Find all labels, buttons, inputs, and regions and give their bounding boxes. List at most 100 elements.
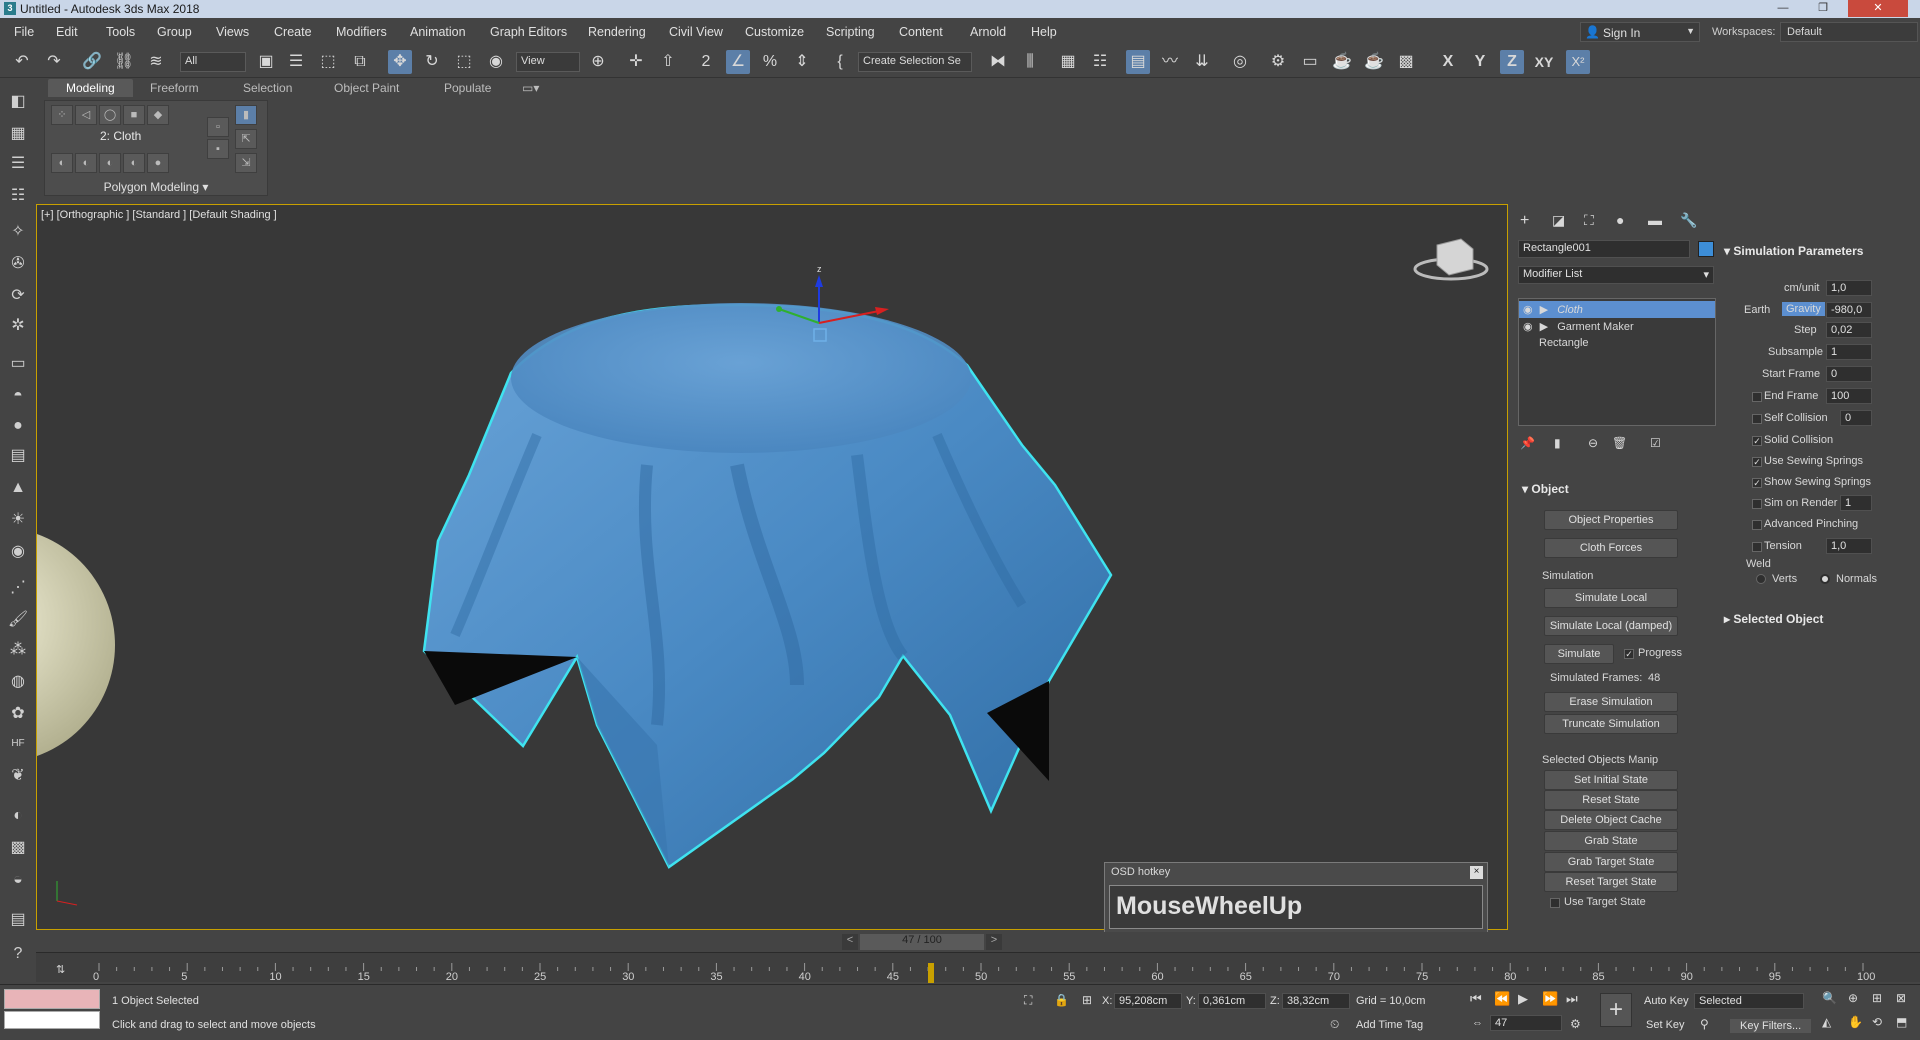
axis-y-button[interactable]: Y <box>1468 50 1492 74</box>
ribbon-tool-9-icon[interactable]: ⇱ <box>235 129 257 149</box>
pivot-center-icon[interactable]: ⊕ <box>586 50 610 74</box>
workspaces-dropdown[interactable]: Default <box>1780 22 1918 42</box>
axis-xy-button[interactable]: XY <box>1532 50 1556 74</box>
select-manipulate-icon[interactable]: ✛ <box>624 50 648 74</box>
viewport-orthographic[interactable]: [+] [Orthographic ] [Standard ] [Default… <box>36 204 1508 930</box>
self-collision-checkbox[interactable] <box>1752 414 1762 424</box>
layer-explorer-icon[interactable]: ☷ <box>1088 50 1112 74</box>
window-crossing-icon[interactable]: ⧉ <box>348 50 372 74</box>
gravity-spinner[interactable]: -980,0 <box>1826 302 1872 318</box>
curve-editor-icon[interactable]: 〰 <box>1158 50 1182 74</box>
material-editor-icon[interactable]: ◎ <box>1228 50 1252 74</box>
show-sewing-springs-checkbox[interactable]: ✓ <box>1752 478 1762 488</box>
truncate-simulation-button[interactable]: Truncate Simulation <box>1544 714 1678 734</box>
selection-filter-dropdown[interactable]: All <box>180 52 246 72</box>
earth-button[interactable]: Earth <box>1744 304 1770 316</box>
sim-on-render-spinner[interactable]: 1 <box>1840 495 1872 511</box>
sim-on-render-checkbox[interactable] <box>1752 499 1762 509</box>
next-frame-button[interactable]: > <box>986 934 1002 950</box>
pan-view-icon[interactable]: ✋ <box>1848 1015 1863 1029</box>
hierarchy-tab-icon[interactable]: ⛶ <box>1584 212 1594 229</box>
simulate-local-button[interactable]: Simulate Local <box>1544 588 1678 608</box>
erase-simulation-button[interactable]: Erase Simulation <box>1544 692 1678 712</box>
end-frame-spinner[interactable]: 100 <box>1826 388 1872 404</box>
object-color-swatch[interactable] <box>1698 241 1714 257</box>
show-end-result-icon[interactable]: ▮ <box>1554 436 1561 450</box>
sun-icon[interactable]: ☀ <box>6 508 30 532</box>
field-of-view-icon[interactable]: ◭ <box>1822 1015 1831 1029</box>
scatter-icon[interactable]: ⁂ <box>6 638 30 662</box>
axis-constraint-icon[interactable]: X² <box>1566 50 1590 74</box>
reset-target-state-button[interactable]: Reset Target State <box>1544 872 1678 892</box>
cm-unit-spinner[interactable]: 1,0 <box>1826 280 1872 296</box>
modify-tab-icon[interactable]: ◪ <box>1552 212 1565 229</box>
select-and-rotate-icon[interactable]: ↻ <box>420 50 444 74</box>
object-name-field[interactable]: Rectangle001 <box>1518 240 1690 258</box>
menu-civil-view[interactable]: Civil View <box>669 25 723 39</box>
cone-icon[interactable]: ▲ <box>6 476 30 500</box>
menu-create[interactable]: Create <box>274 25 312 39</box>
configure-modifier-sets-icon[interactable]: ☑ <box>1650 436 1661 450</box>
select-and-place-icon[interactable]: ◉ <box>484 50 508 74</box>
link-icon[interactable]: 🔗 <box>80 50 104 74</box>
ribbon-tool-7-icon[interactable]: ▪ <box>207 139 229 159</box>
use-sewing-springs-checkbox[interactable]: ✓ <box>1752 457 1762 467</box>
key-filters-icon[interactable]: ⚲ <box>1700 1017 1709 1031</box>
menu-modifiers[interactable]: Modifiers <box>336 25 387 39</box>
display-tab-icon[interactable]: ▬ <box>1648 212 1662 228</box>
sphere-object[interactable] <box>37 527 115 763</box>
advanced-pinching-checkbox[interactable] <box>1752 520 1762 530</box>
cylinder-icon[interactable]: ▤ <box>6 444 30 468</box>
scene-explorer-icon[interactable]: ▦ <box>1056 50 1080 74</box>
snaps-toggle-icon[interactable]: 2 <box>694 50 718 74</box>
tab-object-paint[interactable]: Object Paint <box>334 81 399 95</box>
axis-x-button[interactable]: X <box>1436 50 1460 74</box>
tab-freeform[interactable]: Freeform <box>150 81 199 95</box>
stack-item-rectangle[interactable]: Rectangle <box>1519 335 1715 352</box>
eye-icon[interactable]: ◉ <box>1523 321 1533 333</box>
add-time-tag-button[interactable]: Add Time Tag <box>1356 1019 1423 1031</box>
zoom-extents-icon[interactable]: ⊞ <box>1872 991 1882 1005</box>
ribbon-options-icon[interactable]: ▭▾ <box>522 81 539 95</box>
progress-checkbox[interactable]: ✓ <box>1624 649 1634 659</box>
select-object-icon[interactable]: ▣ <box>254 50 278 74</box>
simulate-local-damped-button[interactable]: Simulate Local (damped) <box>1544 616 1678 636</box>
modifier-list-dropdown[interactable]: Modifier List ▾ <box>1518 266 1714 284</box>
torus-icon[interactable]: ◉ <box>6 540 30 564</box>
time-configuration-button[interactable]: ⚙ <box>1570 1017 1581 1031</box>
bind-space-warp-icon[interactable]: ≋ <box>144 50 168 74</box>
remove-modifier-icon[interactable]: 🗑 <box>1612 436 1627 450</box>
ribbon-tool-5-icon[interactable]: ● <box>147 153 169 173</box>
set-key-button[interactable]: Set Key <box>1646 1019 1685 1031</box>
undo-icon[interactable]: ↶ <box>10 50 34 74</box>
menu-group[interactable]: Group <box>157 25 192 39</box>
ribbon-tool-2-icon[interactable]: ◐ <box>75 153 97 173</box>
reference-coordinate-dropdown[interactable]: View <box>516 52 580 72</box>
key-filters-button[interactable]: Key Filters... <box>1730 1019 1812 1033</box>
selected-object-rollout-title[interactable]: ▸ Selected Object <box>1724 612 1823 626</box>
reset-state-button[interactable]: Reset State <box>1544 790 1678 810</box>
cameras-icon[interactable]: ✇ <box>6 252 30 276</box>
menu-file[interactable]: File <box>14 25 34 39</box>
next-frame-icon[interactable]: ⏩ <box>1542 991 1558 1007</box>
self-collision-spinner[interactable]: 0 <box>1840 410 1872 426</box>
sphere-icon[interactable]: ● <box>6 414 30 438</box>
render-setup-icon[interactable]: ⚙ <box>1266 50 1290 74</box>
menu-views[interactable]: Views <box>216 25 249 39</box>
ribbon-tool-10-icon[interactable]: ⇲ <box>235 153 257 173</box>
select-by-name-icon[interactable]: ☰ <box>284 50 308 74</box>
simulate-button[interactable]: Simulate <box>1544 644 1614 664</box>
lights-icon[interactable]: ✧ <box>6 220 30 244</box>
set-key-big-icon[interactable]: + <box>1600 993 1632 1027</box>
absolute-mode-icon[interactable]: ⊞ <box>1082 993 1092 1007</box>
layer-manager-icon[interactable]: ▤ <box>6 908 30 932</box>
stack-item-cloth[interactable]: ◉ ▶ Cloth <box>1519 301 1715 318</box>
render-production-icon[interactable]: ☕ <box>1330 50 1354 74</box>
cloth-icon[interactable]: ❦ <box>6 764 30 788</box>
grid-icon[interactable]: ⋰ <box>6 576 30 600</box>
menu-edit[interactable]: Edit <box>56 25 78 39</box>
align-icon[interactable]: ⫼ <box>1018 50 1042 74</box>
menu-animation[interactable]: Animation <box>410 25 466 39</box>
play-icon[interactable]: ▶ <box>1518 991 1528 1007</box>
angle-snap-icon[interactable]: ∠ <box>726 50 750 74</box>
